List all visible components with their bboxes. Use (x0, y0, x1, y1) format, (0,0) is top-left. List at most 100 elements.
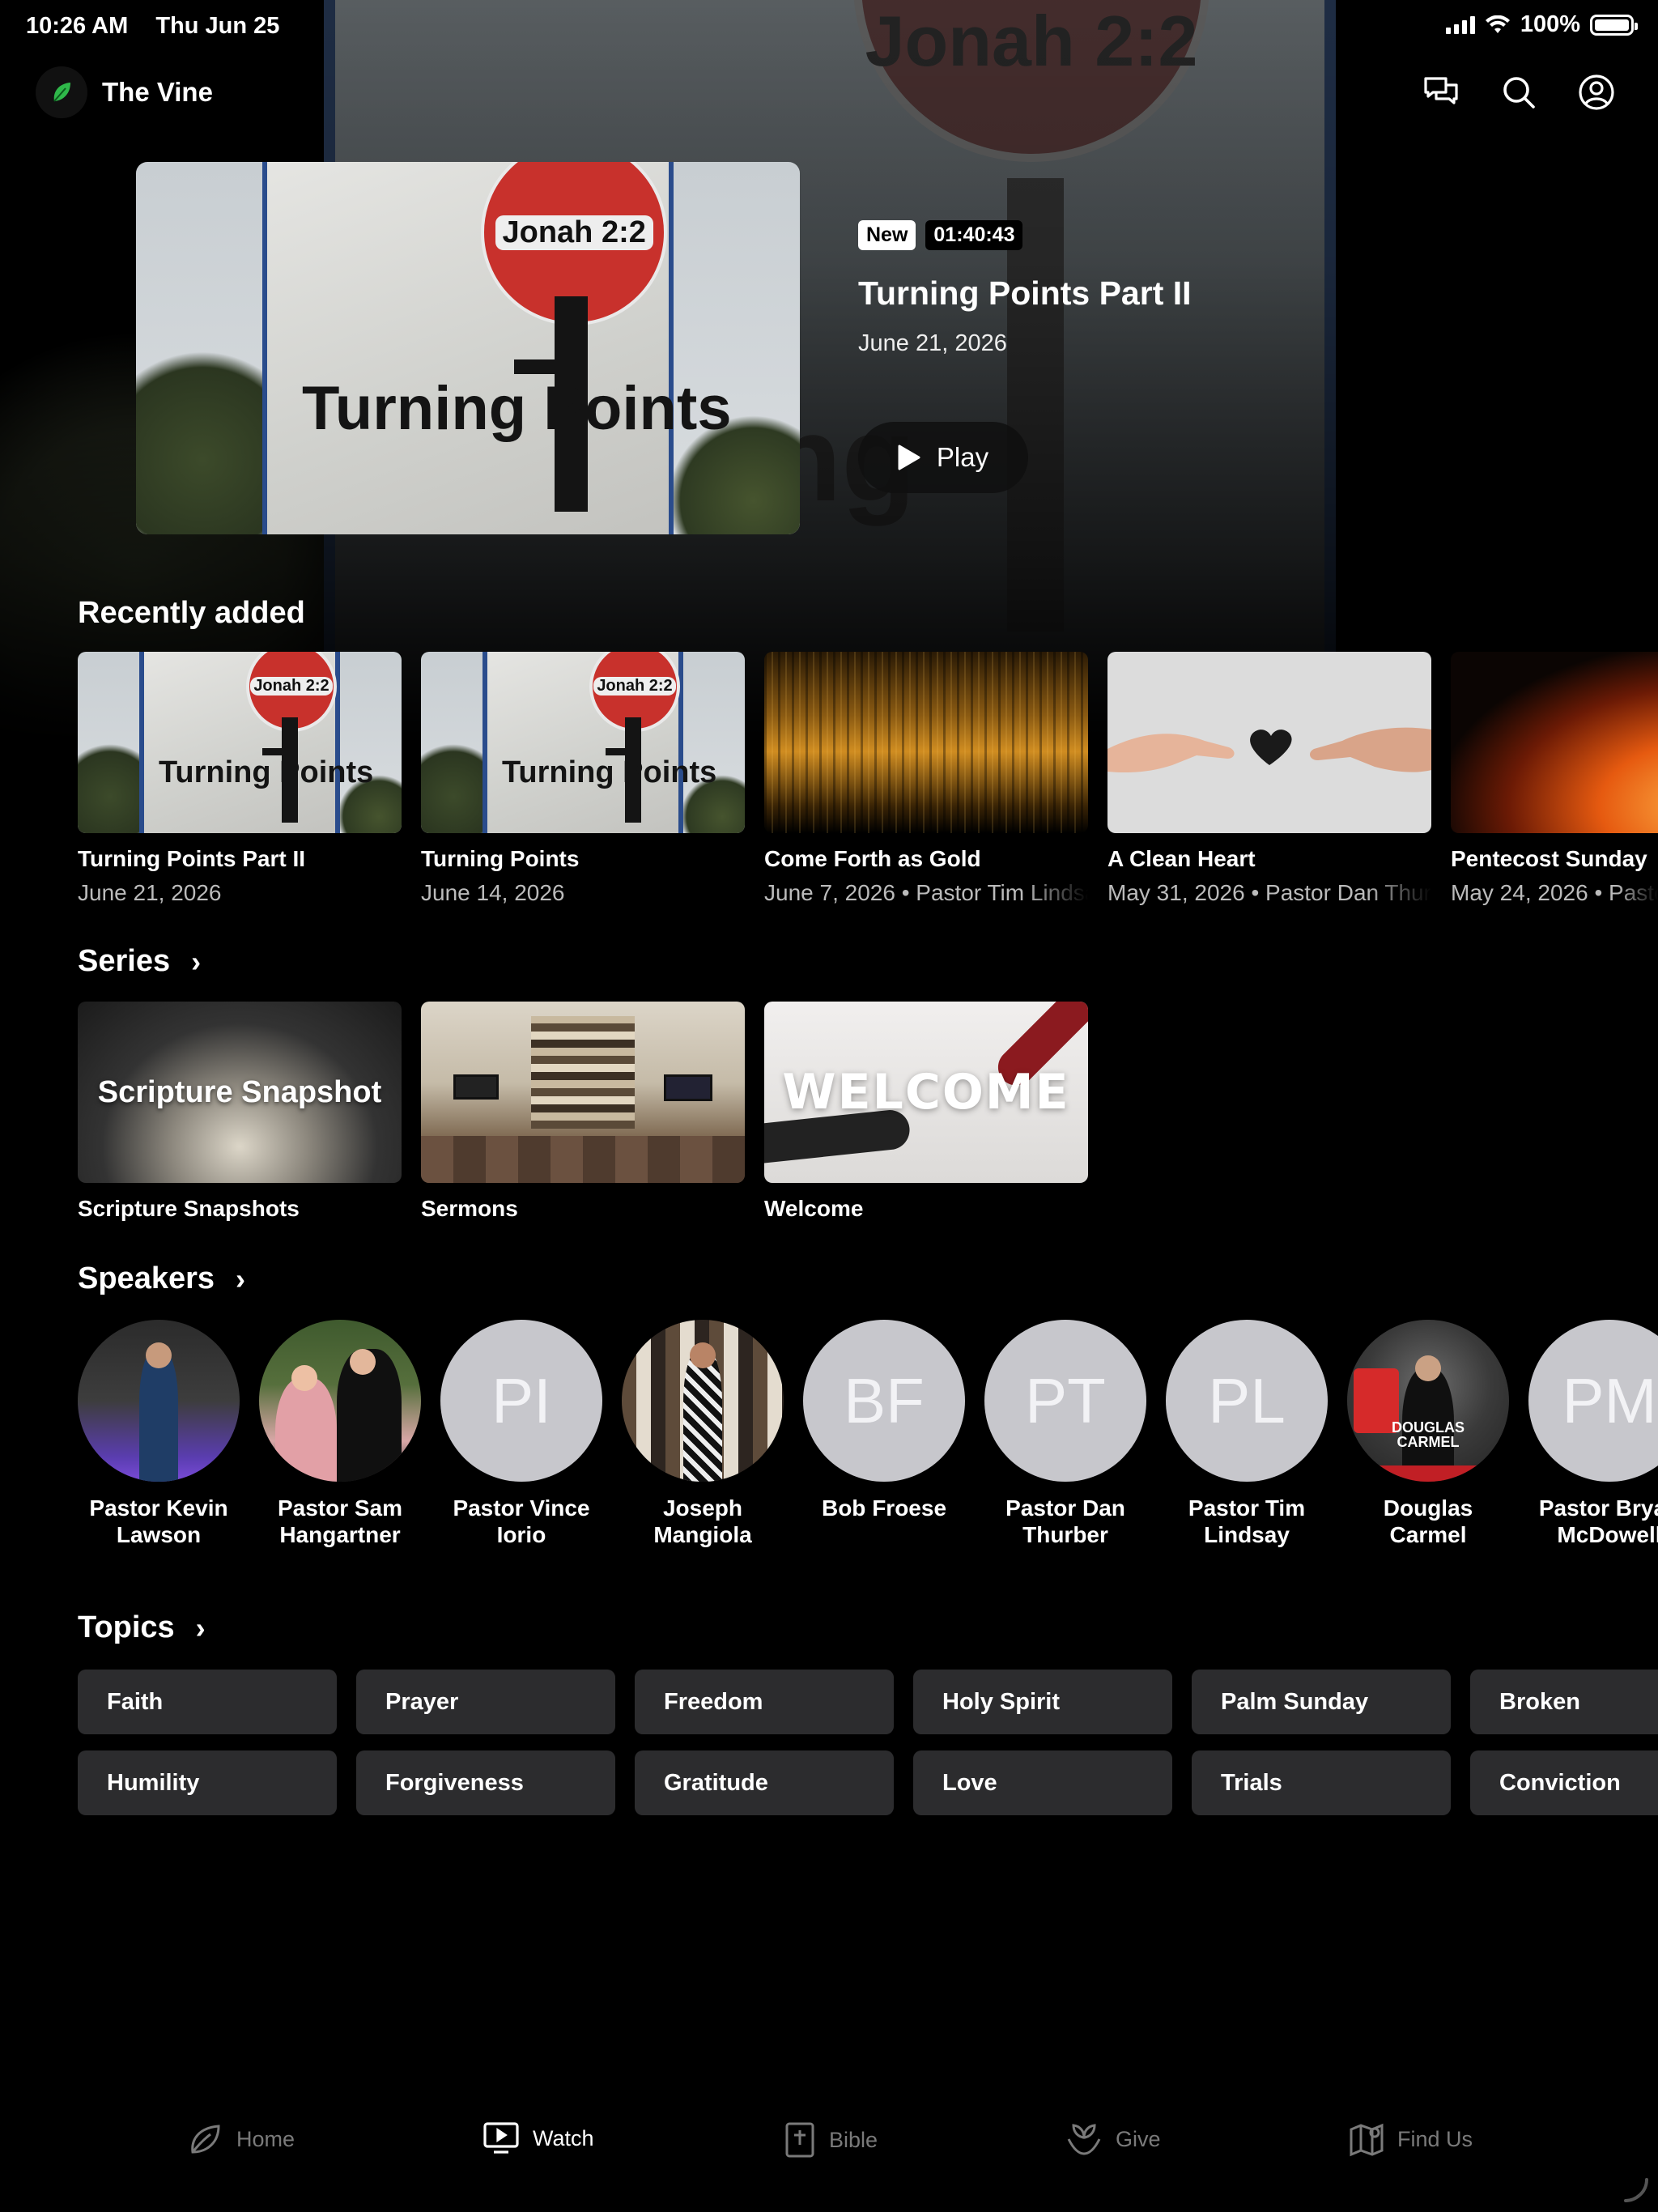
video-title: Pentecost Sunday (1451, 846, 1647, 871)
app-logo[interactable] (36, 66, 87, 118)
battery-icon (1590, 14, 1638, 36)
video-card[interactable]: Jonah 2:2 Turning Points Turning Points … (421, 652, 745, 906)
recently-added-heading: Recently added (78, 596, 305, 630)
avatar (78, 1320, 240, 1482)
video-title: Come Forth as Gold (764, 846, 981, 871)
speaker-name: Pastor Tim Lindsay (1188, 1495, 1306, 1548)
tab-home[interactable]: Home (188, 2121, 295, 2157)
avatar (622, 1320, 784, 1482)
series-heading[interactable]: Series › (78, 944, 201, 979)
bible-icon (785, 2122, 814, 2158)
video-title: Turning Points Part II (78, 846, 306, 871)
map-icon (1350, 2123, 1384, 2157)
speaker-item[interactable]: PM Pastor Bryan McDowell (1528, 1320, 1658, 1548)
app-title: The Vine (102, 77, 213, 107)
speaker-item[interactable]: PI Pastor Vince Iorio (440, 1320, 602, 1548)
speaker-name: Joseph Mangiola (653, 1495, 752, 1548)
avatar: DOUGLAS CARMEL (1347, 1320, 1509, 1482)
video-card[interactable]: Jonah 2:2 Turning Points Turning Points … (78, 652, 402, 906)
wifi-icon (1485, 15, 1510, 33)
video-subtitle: June 14, 2026 (421, 880, 565, 905)
speaker-item[interactable]: Joseph Mangiola (622, 1320, 784, 1548)
avatar: PL (1166, 1320, 1328, 1482)
tab-find-us[interactable]: Find Us (1349, 2121, 1473, 2157)
topic-chip[interactable]: Prayer (356, 1670, 615, 1734)
topic-chip[interactable]: Holy Spirit (913, 1670, 1172, 1734)
topic-chip[interactable]: Faith (78, 1670, 337, 1734)
video-card[interactable]: A Clean Heart May 31, 2026 • Pastor Dan … (1107, 652, 1431, 906)
speaker-name: Pastor Sam Hangartner (277, 1495, 403, 1548)
speaker-item[interactable]: Pastor Kevin Lawson (78, 1320, 240, 1548)
series-thumbnail: WELCOME (764, 1002, 1088, 1183)
topic-chip[interactable]: Broken (1470, 1670, 1658, 1734)
topic-chip[interactable]: Freedom (635, 1670, 894, 1734)
avatar: BF (803, 1320, 965, 1482)
speaker-item[interactable]: DOUGLAS CARMEL Douglas Carmel (1347, 1320, 1509, 1548)
avatar: PM (1528, 1320, 1658, 1482)
topic-chip[interactable]: Love (913, 1750, 1172, 1815)
cellular-signal-icon (1445, 15, 1475, 34)
tab-bible[interactable]: Bible (784, 2121, 878, 2159)
series-card[interactable]: Scripture Snapshot Scripture Snapshots (78, 1002, 402, 1222)
series-thumbnail: Scripture Snapshot (78, 1002, 402, 1183)
account-icon[interactable] (1574, 70, 1619, 115)
topic-chip[interactable]: Gratitude (635, 1750, 894, 1815)
speaker-name: Bob Froese (821, 1495, 947, 1521)
speaker-name: Pastor Vince Iorio (453, 1495, 590, 1548)
topic-chip[interactable]: Humility (78, 1750, 337, 1815)
search-icon[interactable] (1496, 70, 1541, 115)
topic-chip[interactable]: Conviction (1470, 1750, 1658, 1815)
series-title: Scripture Snapshots (78, 1196, 300, 1221)
header-actions (1418, 70, 1619, 115)
chevron-right-icon: › (236, 1261, 246, 1295)
leaf-logo-icon (53, 83, 70, 102)
series-card[interactable]: Sermons (421, 1002, 745, 1222)
featured-date: June 21, 2026 (858, 330, 1007, 356)
status-bar: 10:26 AM Thu Jun 25 100% (0, 0, 1658, 52)
duration-badge: 01:40:43 (925, 220, 1023, 250)
app-header: The Vine (36, 66, 213, 118)
play-button[interactable]: Play (858, 422, 1028, 493)
video-subtitle: May 31, 2026 • Pastor Dan Thurber (1107, 880, 1431, 905)
speakers-heading[interactable]: Speakers › (78, 1261, 245, 1296)
video-subtitle: June 7, 2026 • Pastor Tim Lindsay (764, 880, 1088, 905)
chevron-right-icon: › (191, 944, 202, 978)
topic-chip[interactable]: Forgiveness (356, 1750, 615, 1815)
chat-icon[interactable] (1418, 70, 1464, 115)
speaker-item[interactable]: BF Bob Froese (803, 1320, 965, 1521)
video-thumbnail (1451, 652, 1658, 833)
speaker-item[interactable]: PL Pastor Tim Lindsay (1166, 1320, 1328, 1548)
video-title: Turning Points (421, 846, 580, 871)
video-subtitle: June 21, 2026 (78, 880, 222, 905)
video-card[interactable]: Pentecost Sunday May 24, 2026 • Pastor (1451, 652, 1658, 906)
series-card[interactable]: WELCOME Welcome (764, 1002, 1088, 1222)
tab-bar: Home Watch Bible Give Find Us (0, 2105, 1658, 2178)
featured-thumbnail[interactable]: Jonah 2:2 Turning Points (136, 162, 800, 534)
topic-chip[interactable]: Trials (1192, 1750, 1451, 1815)
topic-chip[interactable]: Palm Sunday (1192, 1670, 1451, 1734)
video-title: A Clean Heart (1107, 846, 1256, 871)
play-label: Play (936, 442, 989, 472)
video-thumbnail (1107, 652, 1431, 833)
play-icon (898, 445, 920, 470)
topics-heading[interactable]: Topics › (78, 1610, 206, 1645)
battery-percent: 100% (1520, 11, 1580, 37)
tab-give[interactable]: Give (1065, 2121, 1161, 2157)
status-time: 10:26 AM (26, 13, 129, 39)
window-resize-handle[interactable] (1619, 2173, 1652, 2206)
status-date: Thu Jun 25 (155, 13, 280, 39)
speaker-name: Pastor Bryan McDowell (1538, 1495, 1658, 1548)
speaker-item[interactable]: Pastor Sam Hangartner (259, 1320, 421, 1548)
speaker-item[interactable]: PT Pastor Dan Thurber (984, 1320, 1146, 1548)
tab-watch[interactable]: Watch (483, 2121, 594, 2155)
avatar: PI (440, 1320, 602, 1482)
give-icon (1067, 2124, 1101, 2155)
series-thumbnail (421, 1002, 745, 1183)
video-thumbnail: Jonah 2:2 Turning Points (78, 652, 402, 833)
leaf-icon (191, 2125, 220, 2154)
avatar: PT (984, 1320, 1146, 1482)
video-card[interactable]: Come Forth as Gold June 7, 2026 • Pastor… (764, 652, 1088, 906)
video-thumbnail: Jonah 2:2 Turning Points (421, 652, 745, 833)
featured-title: Turning Points Part II (858, 274, 1192, 312)
series-title: Welcome (764, 1196, 864, 1221)
